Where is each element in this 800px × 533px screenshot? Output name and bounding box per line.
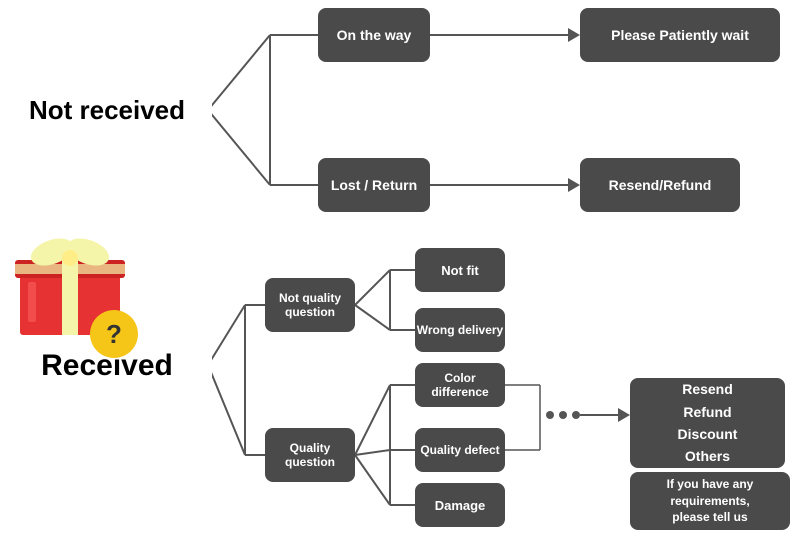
resend-refund-discount-node: Resend Refund Discount Others: [630, 378, 785, 468]
requirements-node: If you have any requirements, please tel…: [630, 472, 790, 530]
lost-return-node: Lost / Return: [318, 158, 430, 212]
question-badge: ?: [90, 310, 138, 358]
wrong-delivery-node: Wrong delivery: [415, 308, 505, 352]
resend-refund-top-node: Resend/Refund: [580, 158, 740, 212]
damage-node: Damage: [415, 483, 505, 527]
please-wait-node: Please Patiently wait: [580, 8, 780, 62]
not-quality-node: Not quality question: [265, 278, 355, 332]
quality-defect-node: Quality defect: [415, 428, 505, 472]
diagram: ? Not received On the way Please Patient…: [0, 0, 800, 533]
color-difference-node: Color difference: [415, 363, 505, 407]
not-received-node: Not received: [2, 76, 212, 144]
quality-question-node: Quality question: [265, 428, 355, 482]
on-the-way-node: On the way: [318, 8, 430, 62]
not-fit-node: Not fit: [415, 248, 505, 292]
